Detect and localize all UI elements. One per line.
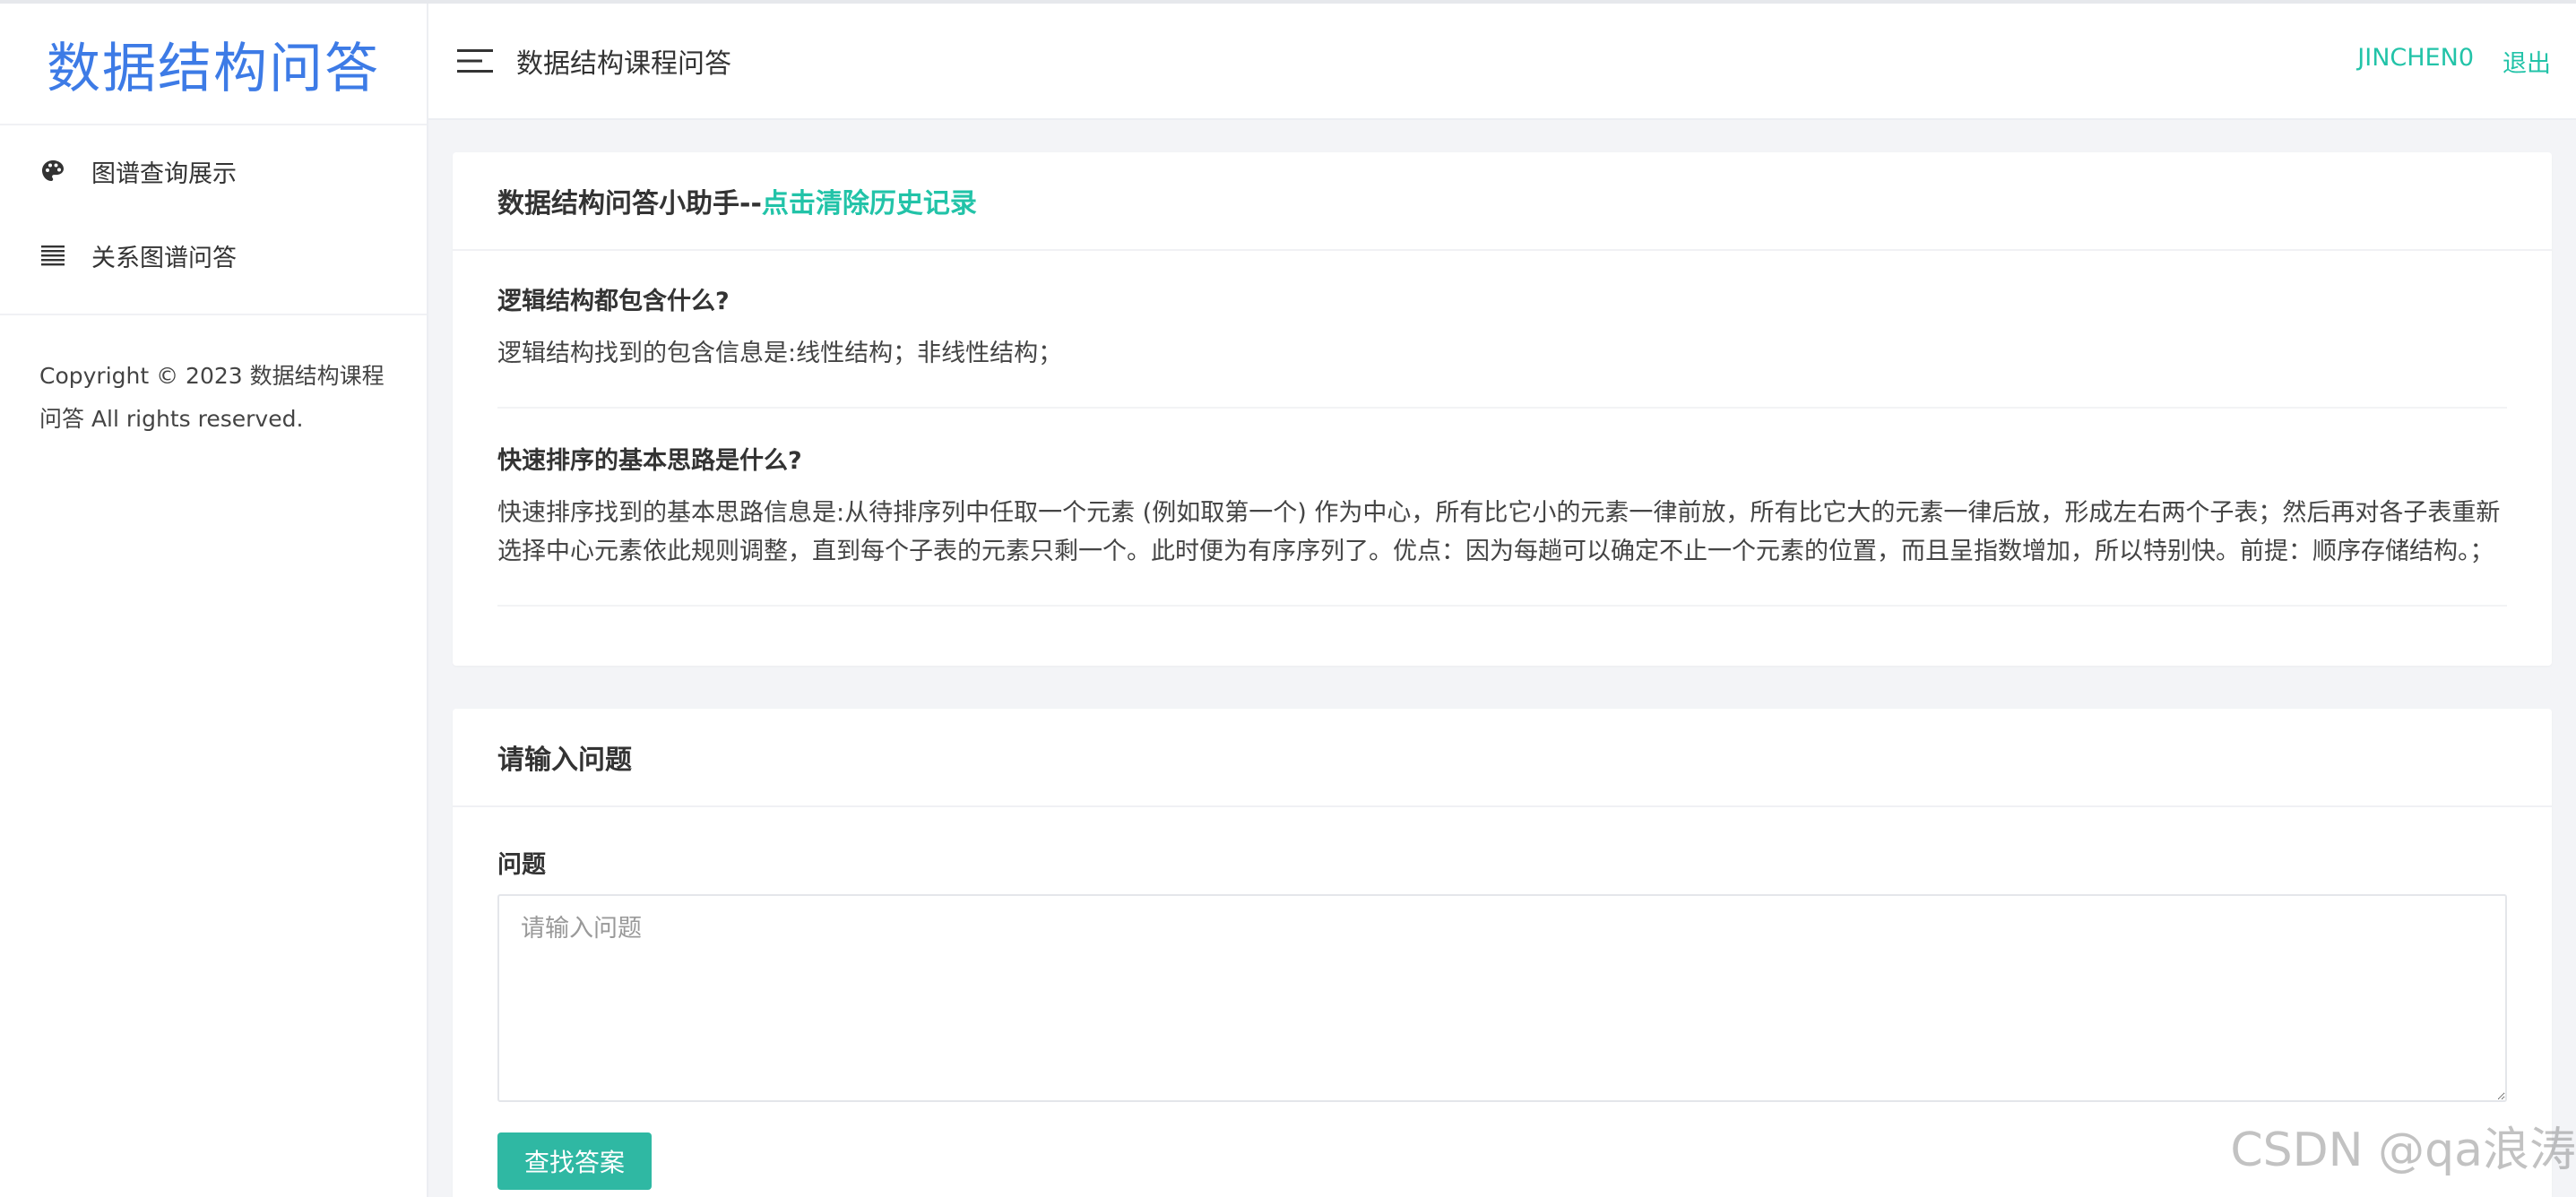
sidebar-item-label: 图谱查询展示 bbox=[91, 159, 237, 188]
question-label: 问题 bbox=[497, 851, 546, 879]
history-question: 快速排序的基本思路是什么? bbox=[497, 447, 802, 475]
logo-text: 数据结构问答 bbox=[47, 37, 380, 100]
top-header: 数据结构课程问答 JINCHEN0 退出 bbox=[428, 4, 2576, 120]
sidebar-item-graph-query[interactable]: 图谱查询展示 bbox=[0, 129, 427, 213]
list-item: 快速排序的基本思路是什么? 快速排序找到的基本思路信息是:从待排序列中任取一个元… bbox=[497, 441, 2507, 607]
watermark-text: CSDN @qa浪涛 bbox=[2230, 1124, 2576, 1177]
logout-link[interactable]: 退出 bbox=[2503, 44, 2551, 79]
sidebar-item-label: 关系图谱问答 bbox=[91, 244, 237, 272]
question-input[interactable] bbox=[497, 894, 2507, 1102]
copyright-text: Copyright © 2023 数据结构课程问答 All rights res… bbox=[39, 363, 385, 432]
sidebar-nav: 图谱查询展示 关系图谱问答 bbox=[0, 125, 427, 315]
sidebar-item-relation-qa[interactable]: 关系图谱问答 bbox=[0, 213, 427, 297]
find-answer-button[interactable]: 查找答案 bbox=[497, 1132, 652, 1190]
assistant-title: 数据结构问答小助手-- bbox=[497, 188, 762, 220]
list-icon bbox=[39, 242, 66, 269]
main-content: 数据结构问答小助手-- 点击清除历史记录 逻辑结构都包含什么? 逻辑结构找到的包含… bbox=[453, 152, 2552, 1197]
page-title: 数据结构课程问答 bbox=[516, 48, 731, 80]
list-item: 逻辑结构都包含什么? 逻辑结构找到的包含信息是:线性结构；非线性结构； bbox=[497, 281, 2507, 409]
hamburger-menu-icon[interactable] bbox=[455, 45, 495, 77]
history-answer: 快速排序找到的基本思路信息是:从待排序列中任取一个元素 (例如取第一个) 作为中… bbox=[497, 499, 2501, 565]
header-user-area: JINCHEN0 退出 bbox=[2357, 44, 2551, 79]
history-question: 逻辑结构都包含什么? bbox=[497, 288, 730, 315]
history-list: 逻辑结构都包含什么? 逻辑结构找到的包含信息是:线性结构；非线性结构； 快速排序… bbox=[453, 251, 2552, 666]
history-answer: 逻辑结构找到的包含信息是:线性结构；非线性结构； bbox=[497, 340, 1063, 367]
history-card-title: 数据结构问答小助手-- 点击清除历史记录 bbox=[453, 152, 2552, 251]
page: 数据结构问答 图谱查询展示 关系图谱问答 Copyright © 2023 数据… bbox=[0, 0, 2576, 1197]
history-card: 数据结构问答小助手-- 点击清除历史记录 逻辑结构都包含什么? 逻辑结构找到的包含… bbox=[453, 152, 2552, 666]
clear-history-link[interactable]: 点击清除历史记录 bbox=[762, 181, 977, 220]
username-link[interactable]: JINCHEN0 bbox=[2357, 44, 2474, 79]
palette-icon bbox=[39, 158, 66, 185]
question-form-title: 请输入问题 bbox=[453, 709, 2552, 807]
sidebar: 数据结构问答 图谱查询展示 关系图谱问答 Copyright © 2023 数据… bbox=[0, 4, 428, 1197]
logo[interactable]: 数据结构问答 bbox=[0, 4, 427, 125]
